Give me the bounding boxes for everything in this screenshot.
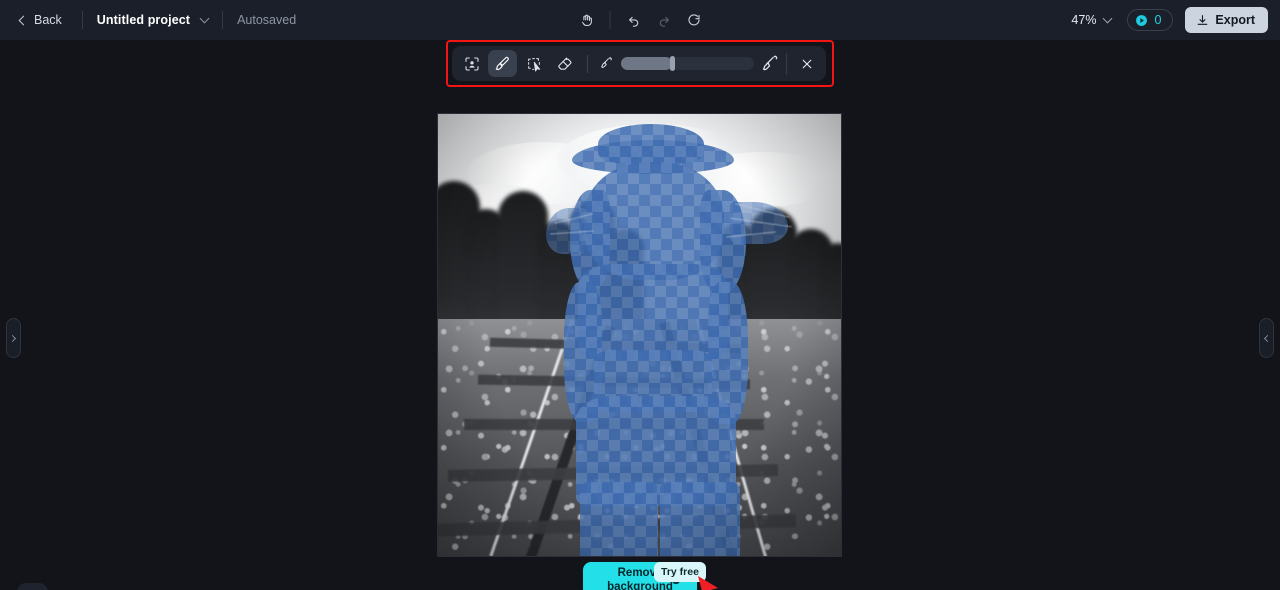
chevron-left-icon bbox=[1263, 334, 1272, 342]
left-panel-handle[interactable] bbox=[6, 318, 21, 358]
image-editor-app: Back Untitled project Autosaved 47% 0 Ex… bbox=[0, 0, 1280, 590]
brush-small-icon bbox=[601, 57, 612, 68]
zoom-level-value: 47% bbox=[1071, 13, 1097, 27]
redo-icon[interactable] bbox=[649, 7, 679, 33]
header-divider-3 bbox=[609, 11, 611, 29]
editor-canvas[interactable]: Remove background 0 Try free bbox=[0, 41, 1280, 590]
project-title[interactable]: Untitled project bbox=[97, 13, 190, 27]
brush-size-slider-handle[interactable] bbox=[669, 56, 675, 71]
close-icon[interactable] bbox=[792, 50, 821, 77]
magic-select-icon[interactable] bbox=[519, 50, 548, 77]
reset-icon[interactable] bbox=[679, 7, 709, 33]
brush-size-control bbox=[596, 55, 781, 72]
credit-coin-icon bbox=[1136, 14, 1148, 26]
back-label: Back bbox=[34, 13, 62, 27]
photo-vignette bbox=[438, 114, 841, 556]
help-button[interactable] bbox=[17, 583, 48, 590]
chevron-left-icon bbox=[18, 15, 29, 25]
header-divider-1 bbox=[81, 11, 83, 29]
header-center-tools bbox=[572, 7, 709, 33]
select-subject-icon[interactable] bbox=[457, 50, 486, 77]
back-button[interactable]: Back bbox=[14, 9, 68, 31]
chevron-right-icon bbox=[8, 334, 17, 342]
right-panel-handle[interactable] bbox=[1259, 318, 1274, 358]
toolbar-close-divider bbox=[786, 52, 787, 75]
hand-pan-icon[interactable] bbox=[572, 7, 602, 33]
try-free-badge[interactable]: Try free bbox=[654, 562, 706, 582]
brush-icon[interactable] bbox=[488, 50, 517, 77]
credits-badge[interactable]: 0 bbox=[1127, 9, 1174, 31]
header-right-group: 47% 0 Export bbox=[1065, 7, 1268, 33]
download-icon bbox=[1198, 14, 1208, 25]
undo-icon[interactable] bbox=[619, 7, 649, 33]
header-left-group: Back Untitled project Autosaved bbox=[0, 9, 296, 31]
zoom-control[interactable]: 47% bbox=[1065, 9, 1117, 31]
brush-size-slider-fill bbox=[621, 57, 672, 70]
header-divider-2 bbox=[222, 11, 224, 29]
eraser-icon[interactable] bbox=[550, 50, 579, 77]
app-header: Back Untitled project Autosaved 47% 0 Ex… bbox=[0, 0, 1280, 41]
editing-toolbar bbox=[452, 46, 826, 81]
autosave-status: Autosaved bbox=[237, 13, 297, 27]
brush-large-icon bbox=[762, 55, 778, 71]
toolbar-divider bbox=[587, 54, 588, 73]
export-button[interactable]: Export bbox=[1185, 7, 1268, 33]
subject-photo[interactable] bbox=[438, 114, 841, 556]
credits-count: 0 bbox=[1154, 13, 1162, 27]
export-label: Export bbox=[1215, 13, 1255, 27]
brush-size-slider[interactable] bbox=[621, 56, 754, 71]
chevron-down-icon[interactable] bbox=[199, 13, 210, 23]
chevron-down-icon bbox=[1103, 13, 1113, 23]
